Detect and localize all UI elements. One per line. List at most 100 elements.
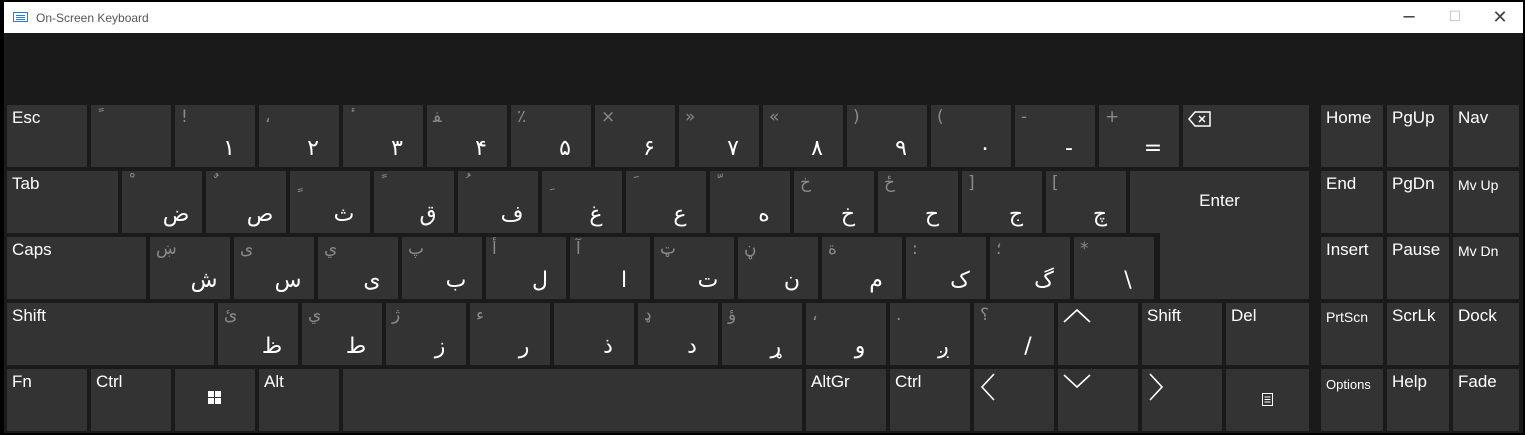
key-d[interactable]: يی <box>318 237 398 299</box>
key-a[interactable]: ښش <box>150 237 230 299</box>
key-enter[interactable]: Enter <box>1130 171 1309 233</box>
key-u[interactable]: َع <box>626 171 706 233</box>
key-nav[interactable]: Nav <box>1453 105 1519 167</box>
key-semicolon[interactable]: :ک <box>906 237 986 299</box>
key-s[interactable]: یس <box>234 237 314 299</box>
key-i[interactable]: ّه <box>710 171 790 233</box>
key-label: Mv Up <box>1458 177 1499 193</box>
key-shift-right[interactable]: Shift <box>1142 303 1222 365</box>
key-l[interactable]: ةم <box>822 237 902 299</box>
key-esc[interactable]: Esc <box>7 105 87 167</box>
key-help[interactable]: Help <box>1387 369 1449 431</box>
key-t[interactable]: ُف <box>458 171 538 233</box>
key-c[interactable]: ژز <box>386 303 466 365</box>
key-del[interactable]: Del <box>1226 303 1309 365</box>
key-menu[interactable] <box>1226 369 1309 431</box>
key-7-row1[interactable]: × ۶ <box>595 105 675 167</box>
key-z[interactable]: ئظ <box>218 303 298 365</box>
key-backspace[interactable] <box>1183 105 1309 167</box>
key-down-arrow[interactable] <box>1058 369 1138 431</box>
key-right-arrow[interactable] <box>1142 369 1222 431</box>
key-end[interactable]: End <box>1321 171 1383 233</box>
key-n[interactable]: ډد <box>638 303 718 365</box>
key-g[interactable]: أل <box>486 237 566 299</box>
key-w[interactable]: ٌص <box>206 171 286 233</box>
key-8-row1[interactable]: » ٧ <box>679 105 759 167</box>
backspace-icon <box>1188 111 1211 127</box>
up-arrow-icon <box>1063 308 1091 323</box>
key-main-char: ی <box>363 268 381 293</box>
key-3-row1[interactable]: ، ٢ <box>259 105 339 167</box>
key-main-char: ا <box>620 268 628 293</box>
key-prtscn[interactable]: PrtScn <box>1321 303 1383 365</box>
key-r[interactable]: ًق <box>374 171 454 233</box>
key-12-row1[interactable]: -- <box>1015 105 1095 167</box>
key-period[interactable]: .ږ <box>890 303 970 365</box>
key-13-row1[interactable]: + = <box>1099 105 1179 167</box>
key-f[interactable]: پب <box>402 237 482 299</box>
minimize-button[interactable]: ─ <box>1386 2 1432 33</box>
key-main-char: د <box>687 334 697 359</box>
key-ctrl-left[interactable]: Ctrl <box>91 369 171 431</box>
key-windows[interactable] <box>175 369 255 431</box>
key-slash[interactable]: ؟ / <box>974 303 1054 365</box>
key-main-char: ح <box>924 202 940 227</box>
key-shift-char: ة <box>828 239 837 259</box>
key-mv-up[interactable]: Mv Up <box>1453 171 1519 233</box>
key-5-row1[interactable]: ﻔ۴ <box>427 105 507 167</box>
key-1-row1[interactable]: ً <box>91 105 171 167</box>
key-main-char: ٢ <box>307 136 319 161</box>
key-backslash[interactable]: * \ <box>1074 237 1154 299</box>
key-b[interactable]: ذ <box>554 303 634 365</box>
key-9-row1[interactable]: «٨ <box>763 105 843 167</box>
key-dock[interactable]: Dock <box>1453 303 1519 365</box>
key-insert[interactable]: Insert <box>1321 237 1383 299</box>
key-main-char: ۶ <box>643 136 655 161</box>
key-bracket-right[interactable]: [چ <box>1046 171 1126 233</box>
key-main-char: ز <box>434 334 446 359</box>
key-mv-dn[interactable]: Mv Dn <box>1453 237 1519 299</box>
key-k[interactable]: ڼن <box>738 237 818 299</box>
key-ctrl-right[interactable]: Ctrl <box>890 369 970 431</box>
key-p[interactable]: ځح <box>878 171 958 233</box>
key-left-arrow[interactable] <box>974 369 1054 431</box>
key-scrlk[interactable]: ScrLk <box>1387 303 1449 365</box>
maximize-button[interactable]: ☐ <box>1432 2 1478 33</box>
key-bracket-left[interactable]: ] ج <box>962 171 1042 233</box>
key-o[interactable]: خخ <box>794 171 874 233</box>
key-6-row1[interactable]: ٪ ۵ <box>511 105 591 167</box>
key-tab[interactable]: Tab <box>7 171 118 233</box>
key-home[interactable]: Home <box>1321 105 1383 167</box>
key-j[interactable]: ټت <box>654 237 734 299</box>
key-v[interactable]: ءر <box>470 303 550 365</box>
key-x[interactable]: يط <box>302 303 382 365</box>
key-shift-char: ټ <box>660 239 677 259</box>
key-4-row1[interactable]: ٔ٣ <box>343 105 423 167</box>
key-y[interactable]: ِغ <box>542 171 622 233</box>
key-altgr[interactable]: AltGr <box>806 369 886 431</box>
key-pgdn[interactable]: PgDn <box>1387 171 1449 233</box>
key-11-row1[interactable]: (٠ <box>931 105 1011 167</box>
close-button[interactable]: ✕ <box>1477 2 1523 33</box>
key-alt[interactable]: Alt <box>259 369 339 431</box>
key-e[interactable]: ٍث <box>290 171 370 233</box>
key-quote[interactable]: ؛ گ <box>990 237 1070 299</box>
key-up-arrow[interactable] <box>1058 303 1138 365</box>
key-q[interactable]: ْض <box>122 171 202 233</box>
key-enter-extension[interactable] <box>1160 233 1309 299</box>
key-shift-left[interactable]: Shift <box>7 303 214 365</box>
key-2-row1[interactable]: ! ١ <box>175 105 255 167</box>
key-10-row1[interactable]: ) ٩ <box>847 105 927 167</box>
key-shift-char: ٪ <box>517 107 527 127</box>
key-h[interactable]: آا <box>570 237 650 299</box>
key-space[interactable] <box>343 369 802 431</box>
key-shift-char: ، <box>812 305 818 325</box>
key-pgup[interactable]: PgUp <box>1387 105 1449 167</box>
key-options[interactable]: Options <box>1321 369 1383 431</box>
key-caps[interactable]: Caps <box>7 237 146 299</box>
key-comma[interactable]: ، و <box>806 303 886 365</box>
key-fn[interactable]: Fn <box>7 369 87 431</box>
key-pause[interactable]: Pause <box>1387 237 1449 299</box>
key-m[interactable]: ؤړ <box>722 303 802 365</box>
key-fade[interactable]: Fade <box>1453 369 1519 431</box>
